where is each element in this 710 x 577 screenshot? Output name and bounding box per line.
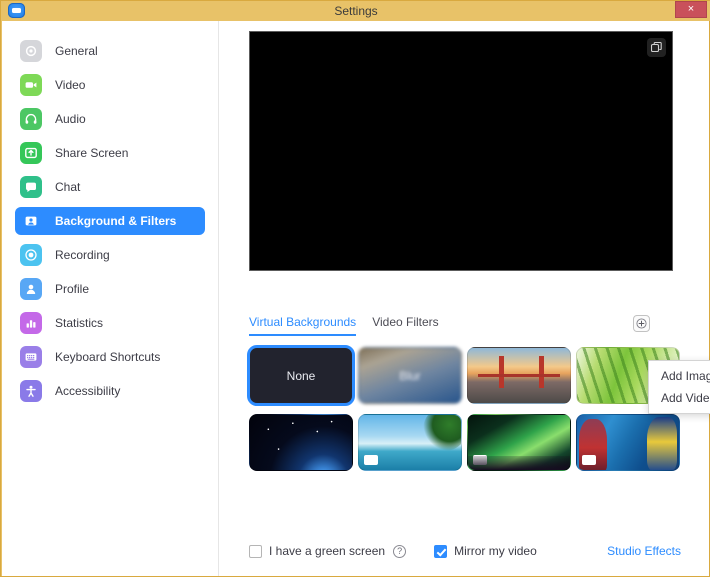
background-filters-panel: Virtual Backgrounds Video Filters None Blu…	[219, 21, 709, 576]
sidebar-item-label: Keyboard Shortcuts	[55, 350, 160, 364]
background-earth-from-space[interactable]	[249, 414, 353, 471]
sidebar-item-general[interactable]: General	[15, 37, 205, 65]
sidebar-item-chat[interactable]: Chat	[15, 173, 205, 201]
background-tabs: Virtual Backgrounds Video Filters	[249, 315, 673, 339]
share-screen-icon	[20, 142, 42, 164]
sidebar-item-statistics[interactable]: Statistics	[15, 309, 205, 337]
add-background-menu: Add ImageAdd Video	[648, 360, 710, 414]
background-coral-reef[interactable]	[576, 414, 680, 471]
studio-effects-link[interactable]: Studio Effects	[607, 544, 681, 558]
sidebar-item-keyboard-shortcuts[interactable]: Keyboard Shortcuts	[15, 343, 205, 371]
sidebar-item-label: Statistics	[55, 316, 103, 330]
mirror-video-label: Mirror my video	[454, 544, 537, 558]
mirror-video-checkbox[interactable]	[434, 545, 447, 558]
video-badge-icon	[582, 455, 596, 465]
bar-chart-icon	[20, 312, 42, 334]
sidebar-item-label: Background & Filters	[55, 214, 176, 228]
popout-window-icon[interactable]	[647, 38, 666, 57]
menu-item-add-image[interactable]: Add Image	[649, 365, 710, 387]
close-button[interactable]: ×	[675, 1, 707, 18]
sidebar-item-recording[interactable]: Recording	[15, 241, 205, 269]
background-none[interactable]: None	[249, 347, 353, 404]
sidebar-item-video[interactable]: Video	[15, 71, 205, 99]
sidebar-item-accessibility[interactable]: Accessibility	[15, 377, 205, 405]
sidebar-item-audio[interactable]: Audio	[15, 105, 205, 133]
settings-content: General Video Audio Share Screen Chat Backgro…	[2, 21, 709, 576]
chat-bubble-icon	[20, 176, 42, 198]
sidebar-item-label: Share Screen	[55, 146, 128, 160]
help-icon[interactable]: ?	[393, 545, 406, 558]
background-golden-gate-bridge[interactable]	[467, 347, 571, 404]
keyboard-icon	[20, 346, 42, 368]
video-preview	[249, 31, 673, 271]
background-blur[interactable]: Blur	[358, 347, 462, 404]
background-aurora[interactable]	[467, 414, 571, 471]
sidebar-item-share-screen[interactable]: Share Screen	[15, 139, 205, 167]
background-label: Blur	[359, 369, 461, 383]
settings-window: Settings × General Video Audio Share Screen…	[0, 0, 710, 577]
window-title: Settings	[1, 1, 710, 21]
virtual-background-grid: None Blur	[249, 347, 681, 471]
tab-video-filters[interactable]: Video Filters	[372, 315, 438, 334]
sidebar-item-label: Audio	[55, 112, 86, 126]
record-circle-icon	[20, 244, 42, 266]
person-icon	[20, 278, 42, 300]
settings-sidebar: General Video Audio Share Screen Chat Backgro…	[2, 21, 219, 576]
accessibility-icon	[20, 380, 42, 402]
background-beach-palm[interactable]	[358, 414, 462, 471]
sidebar-item-background-filters[interactable]: Background & Filters	[15, 207, 205, 235]
sidebar-item-label: General	[55, 44, 98, 58]
video-badge-icon	[364, 455, 378, 465]
headphones-icon	[20, 108, 42, 130]
sidebar-item-label: Video	[55, 78, 85, 92]
green-screen-checkbox[interactable]	[249, 545, 262, 558]
sidebar-item-label: Recording	[55, 248, 110, 262]
green-screen-label: I have a green screen	[269, 544, 385, 558]
sidebar-item-label: Profile	[55, 282, 89, 296]
gear-icon	[20, 40, 42, 62]
bottom-options-bar: I have a green screen ? Mirror my video …	[249, 540, 681, 562]
person-frame-icon	[20, 210, 42, 232]
video-badge-icon	[473, 455, 487, 465]
sidebar-item-label: Chat	[55, 180, 80, 194]
mirror-video-group: Mirror my video	[434, 544, 537, 558]
menu-item-add-video[interactable]: Add Video	[649, 387, 710, 409]
video-camera-icon	[20, 74, 42, 96]
add-background-button[interactable]	[633, 315, 650, 332]
sidebar-item-profile[interactable]: Profile	[15, 275, 205, 303]
tab-virtual-backgrounds[interactable]: Virtual Backgrounds	[249, 315, 356, 336]
sidebar-item-label: Accessibility	[55, 384, 120, 398]
background-label: None	[250, 369, 352, 383]
title-bar: Settings ×	[1, 1, 710, 21]
